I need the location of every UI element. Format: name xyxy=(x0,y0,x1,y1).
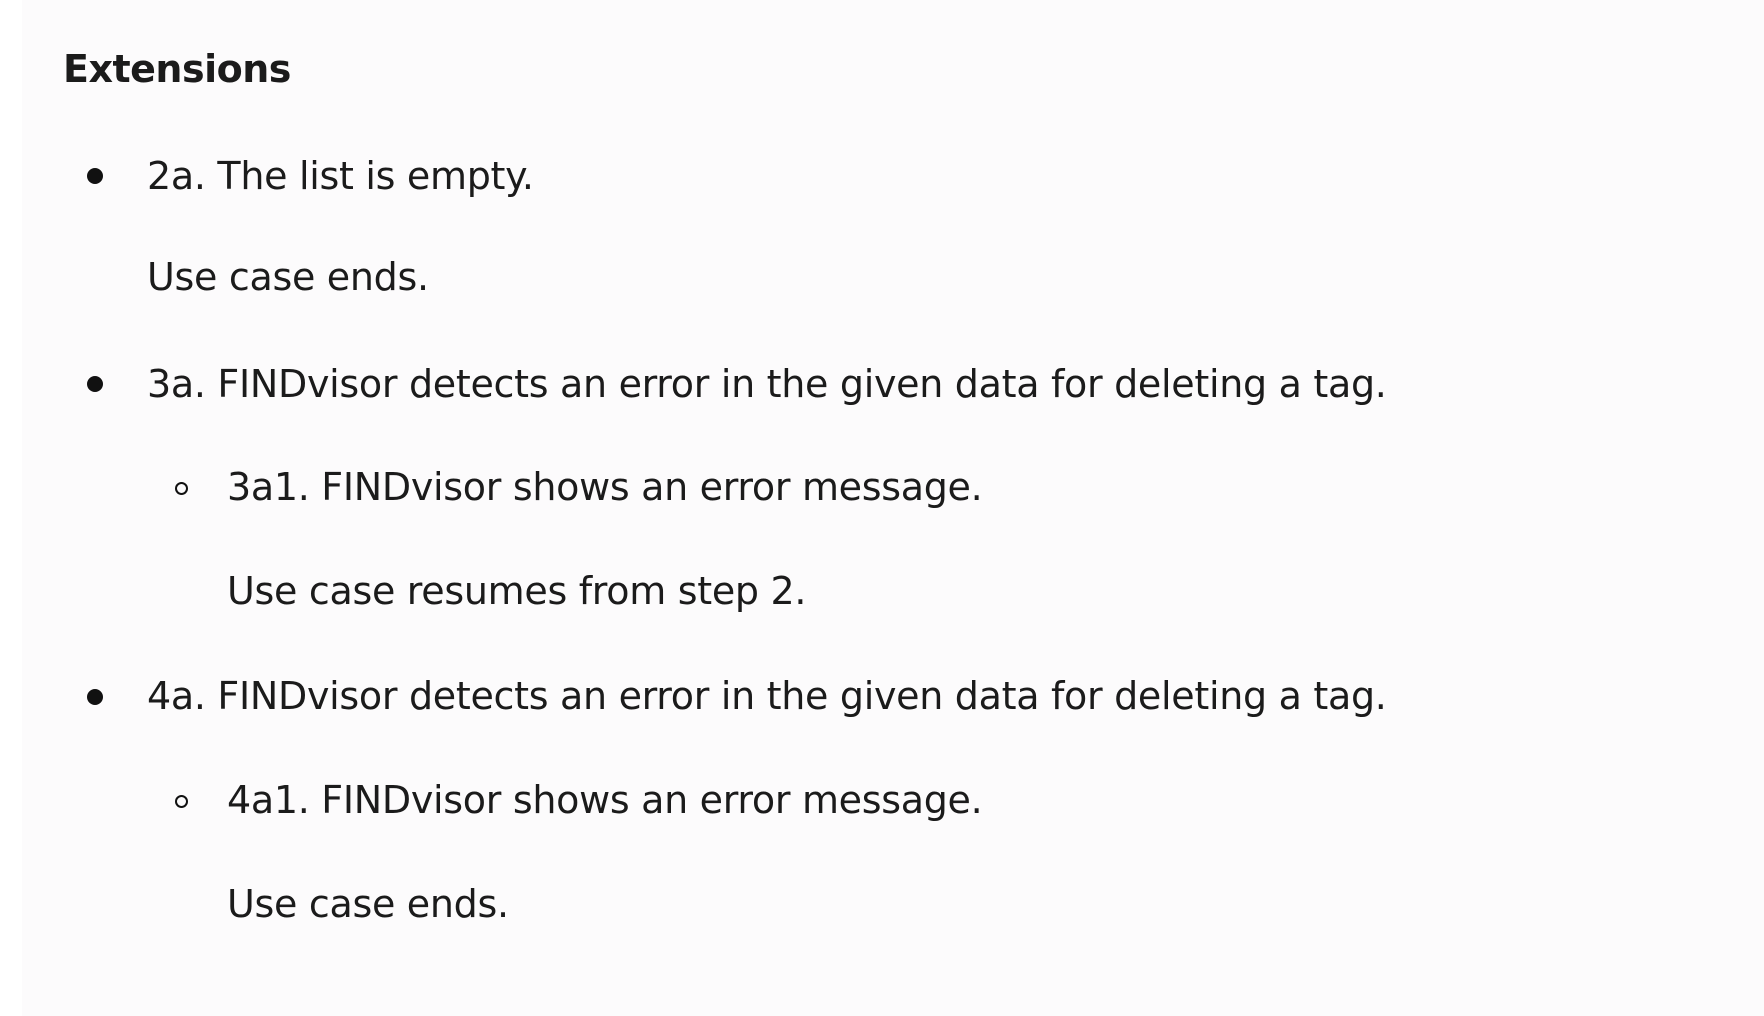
circle-bullet-icon xyxy=(175,482,188,495)
sub-extension-text: 4a1. FINDvisor shows an error message. xyxy=(227,778,983,822)
document-page: Extensions 2a. The list is empty. Use ca… xyxy=(22,0,1764,1016)
extension-text: 2a. The list is empty. xyxy=(147,154,534,198)
extension-text: 4a. FINDvisor detects an error in the gi… xyxy=(147,674,1387,718)
extension-text: 3a. FINDvisor detects an error in the gi… xyxy=(147,362,1387,406)
bullet-icon xyxy=(87,376,103,392)
sub-extension-followup: Use case resumes from step 2. xyxy=(227,569,807,613)
bullet-icon xyxy=(87,689,103,705)
extension-followup: Use case ends. xyxy=(147,255,429,299)
sub-extension-followup: Use case ends. xyxy=(227,882,509,926)
section-heading: Extensions xyxy=(63,47,291,91)
bullet-icon xyxy=(87,168,103,184)
sub-extension-text: 3a1. FINDvisor shows an error message. xyxy=(227,465,983,509)
circle-bullet-icon xyxy=(175,795,188,808)
